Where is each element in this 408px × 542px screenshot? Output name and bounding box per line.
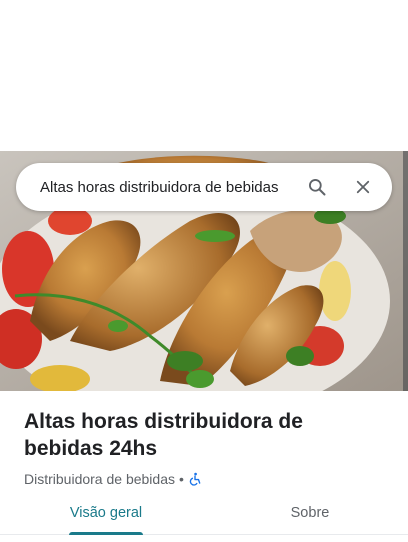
clear-search-button[interactable] (340, 163, 386, 211)
search-button[interactable] (294, 163, 340, 211)
search-icon (307, 177, 327, 197)
tab-overview[interactable]: Visão geral (0, 497, 212, 535)
place-subtitle: Distribuidora de bebidas • (0, 462, 408, 487)
close-icon (354, 178, 372, 196)
tab-about-label: Sobre (290, 505, 330, 521)
tab-bar: Visão geral Sobre (0, 497, 408, 535)
separator-dot: • (178, 471, 184, 487)
tab-about[interactable]: Sobre (212, 497, 408, 534)
tab-overview-label: Visão geral (69, 505, 143, 521)
wheelchair-icon[interactable] (188, 472, 202, 486)
map-area-blank (0, 0, 408, 151)
search-input[interactable] (16, 163, 294, 211)
active-tab-indicator (69, 532, 143, 535)
scrollbar[interactable] (403, 151, 408, 391)
place-info: Altas horas distribuidora de bebidas 24h… (0, 391, 408, 487)
search-bar (16, 163, 392, 211)
place-category[interactable]: Distribuidora de bebidas (24, 471, 175, 487)
place-title: Altas horas distribuidora de bebidas 24h… (24, 410, 303, 460)
